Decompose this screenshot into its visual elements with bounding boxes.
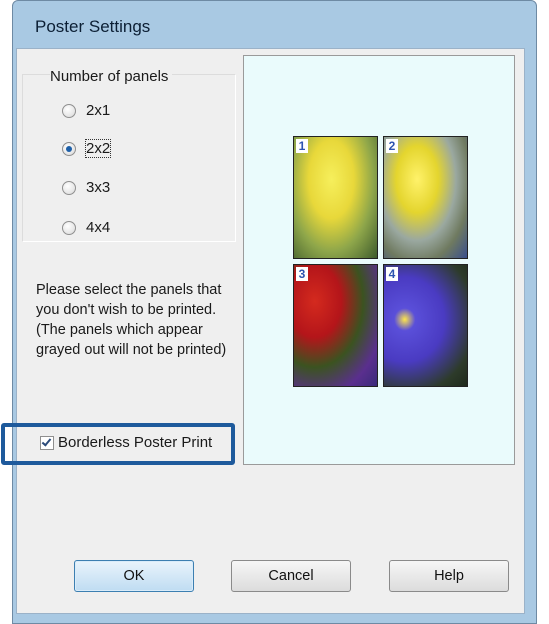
panels-group-box xyxy=(22,74,236,242)
radio-button[interactable] xyxy=(62,103,76,118)
radio-label: 3x3 xyxy=(86,179,111,196)
panel-number: 2 xyxy=(386,139,398,153)
radio-label: 4x4 xyxy=(86,219,111,236)
panels-group-legend: Number of panels xyxy=(50,68,173,85)
radio-button[interactable] xyxy=(62,220,76,235)
radio-button-selected[interactable] xyxy=(62,141,76,156)
window-title: Poster Settings xyxy=(35,17,151,36)
borderless-poster-print-checkbox[interactable]: Borderless Poster Print xyxy=(40,434,212,451)
radio-button[interactable] xyxy=(62,180,76,195)
panel-number: 4 xyxy=(386,267,398,281)
checkbox-label: Borderless Poster Print xyxy=(58,434,213,451)
preview-panel-1[interactable]: 1 xyxy=(293,136,378,259)
preview-panel-4[interactable]: 4 xyxy=(383,264,468,387)
preview-panel-2[interactable]: 2 xyxy=(383,136,468,259)
checkmark-icon xyxy=(41,435,52,447)
panel-number: 3 xyxy=(296,267,308,281)
cancel-button[interactable]: Cancel xyxy=(231,560,351,592)
radio-option-4x4[interactable]: 4x4 xyxy=(62,219,110,236)
poster-preview-area xyxy=(243,55,515,465)
help-button[interactable]: Help xyxy=(389,560,509,592)
instructions-text: Please select the panels that you don't … xyxy=(36,282,227,358)
panel-number: 1 xyxy=(296,139,308,153)
checkbox-checked[interactable] xyxy=(40,435,54,450)
radio-option-2x2[interactable]: 2x2 xyxy=(62,139,112,158)
radio-label: 2x2 xyxy=(84,139,112,158)
ok-button[interactable]: OK xyxy=(74,560,194,592)
radio-label: 2x1 xyxy=(86,102,111,119)
radio-option-3x3[interactable]: 3x3 xyxy=(62,179,110,196)
radio-option-2x1[interactable]: 2x1 xyxy=(62,102,110,119)
preview-panel-3[interactable]: 3 xyxy=(293,264,378,387)
